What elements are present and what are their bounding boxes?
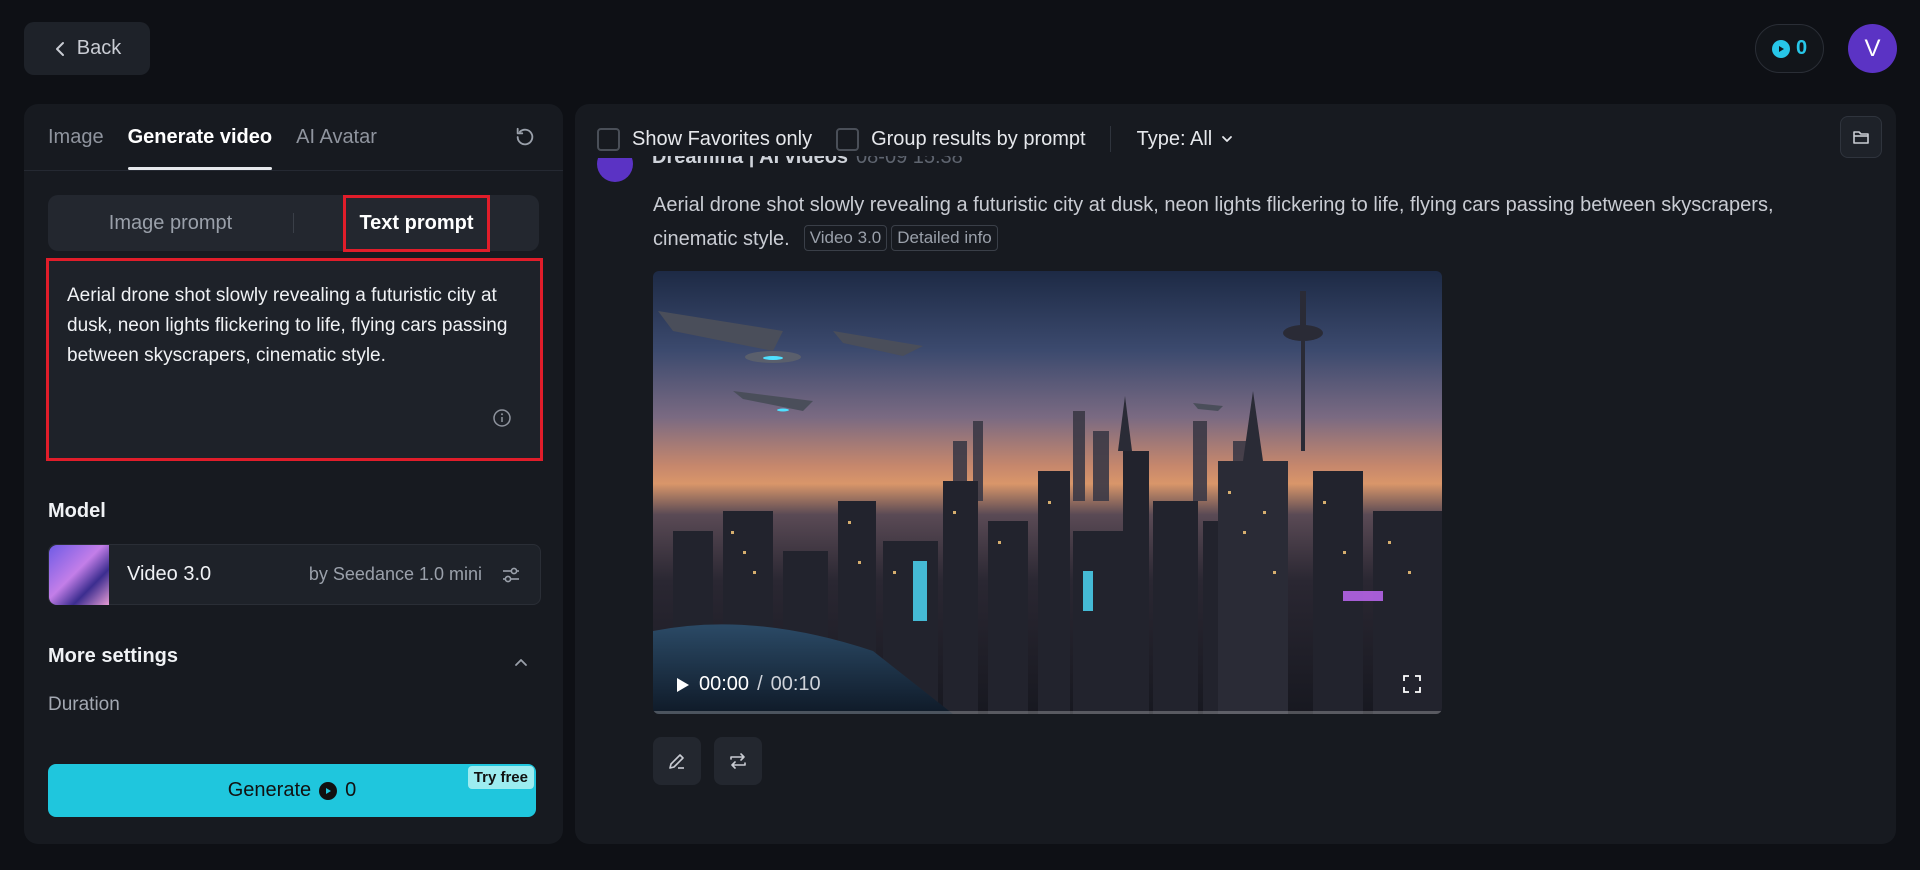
prompt-text: Aerial drone shot slowly revealing a fut…: [67, 285, 508, 366]
tab-ai-avatar[interactable]: AI Avatar: [296, 104, 377, 170]
text-prompt-label: Text prompt: [343, 194, 490, 252]
chevron-down-icon: [1222, 136, 1233, 142]
back-button[interactable]: Back: [24, 22, 150, 75]
video-current-time: 00:00: [699, 673, 750, 695]
try-free-badge: Try free: [467, 766, 534, 789]
generate-cost: 0: [345, 779, 357, 801]
result-author: Dreamina | AI videos: [652, 156, 849, 168]
credit-coin-icon: [319, 781, 338, 800]
prompt-mode-switch: Image prompt Text prompt: [48, 194, 539, 252]
generate-label: Generate: [227, 779, 312, 801]
detailed-info-tag[interactable]: Detailed info: [891, 225, 998, 251]
video-controls: 00:00 / 00:10: [673, 673, 821, 696]
generator-panel: Image Generate video AI Avatar Image pro…: [24, 104, 563, 844]
type-filter-dropdown[interactable]: Type: All: [1137, 128, 1235, 151]
refresh-icon[interactable]: [514, 126, 536, 148]
results-panel: Show Favorites only Group results by pro…: [575, 104, 1896, 844]
mode-tabs: Image Generate video AI Avatar: [48, 104, 377, 170]
group-by-prompt-checkbox[interactable]: Group results by prompt: [836, 127, 1086, 151]
result-prompt: Aerial drone shot slowly revealing a fut…: [653, 188, 1853, 256]
result-timestamp: 08-09 15:38: [856, 156, 963, 168]
group-by-prompt-label: Group results by prompt: [871, 127, 1086, 150]
result-header: Dreamina | AI videos 08-09 15:38: [652, 156, 1352, 178]
toolbar-divider: [1109, 126, 1111, 152]
results-toolbar: Show Favorites only Group results by pro…: [597, 124, 1234, 154]
user-avatar[interactable]: V: [1848, 24, 1897, 73]
model-section-label: Model: [48, 500, 106, 522]
text-prompt-option[interactable]: Text prompt: [294, 194, 539, 252]
edit-icon: [669, 754, 684, 769]
chevron-up-icon[interactable]: [512, 653, 530, 671]
checkbox-box: [597, 127, 620, 151]
back-label: Back: [76, 37, 122, 59]
video-frame: [653, 291, 1442, 714]
model-provider: by Seedance 1.0 mini: [308, 564, 482, 584]
credit-coin-icon: [1771, 39, 1790, 58]
model-tag[interactable]: Video 3.0: [803, 225, 888, 251]
video-player[interactable]: 00:00 / 00:10: [653, 271, 1442, 714]
model-name: Video 3.0: [127, 563, 212, 585]
info-icon[interactable]: [492, 408, 512, 428]
prompt-textarea[interactable]: Aerial drone shot slowly revealing a fut…: [46, 258, 543, 461]
credits-badge[interactable]: 0: [1755, 24, 1824, 73]
avatar-letter: V: [1864, 34, 1881, 62]
tab-generate-video[interactable]: Generate video: [127, 104, 272, 170]
image-prompt-option[interactable]: Image prompt: [48, 212, 293, 235]
play-icon[interactable]: [673, 676, 691, 694]
checkbox-box: [836, 127, 860, 151]
tab-divider: [24, 170, 563, 171]
tab-image[interactable]: Image: [48, 104, 104, 170]
video-progress-bar[interactable]: [653, 711, 1442, 714]
more-settings-label[interactable]: More settings: [48, 645, 178, 668]
type-filter-label: Type: All: [1136, 127, 1213, 150]
model-selector[interactable]: Video 3.0 by Seedance 1.0 mini: [48, 544, 541, 605]
video-time-separator: /: [757, 673, 763, 695]
fullscreen-icon[interactable]: [1402, 674, 1422, 694]
favorites-only-label: Show Favorites only: [632, 127, 813, 150]
generate-button[interactable]: Generate 0 Try free: [48, 764, 536, 817]
favorites-only-checkbox[interactable]: Show Favorites only: [597, 127, 813, 151]
image-prompt-label: Image prompt: [108, 211, 233, 234]
model-thumbnail: [49, 544, 109, 605]
regenerate-button[interactable]: [714, 737, 762, 785]
video-duration: 00:10: [770, 673, 821, 695]
credits-count: 0: [1795, 37, 1808, 59]
sliders-icon[interactable]: [500, 564, 522, 586]
repeat-icon: [730, 753, 746, 769]
edit-button[interactable]: [653, 737, 701, 785]
chevron-left-icon: [55, 41, 64, 56]
folder-button[interactable]: [1840, 116, 1882, 158]
folder-icon: [1853, 131, 1869, 144]
duration-label: Duration: [48, 694, 120, 715]
